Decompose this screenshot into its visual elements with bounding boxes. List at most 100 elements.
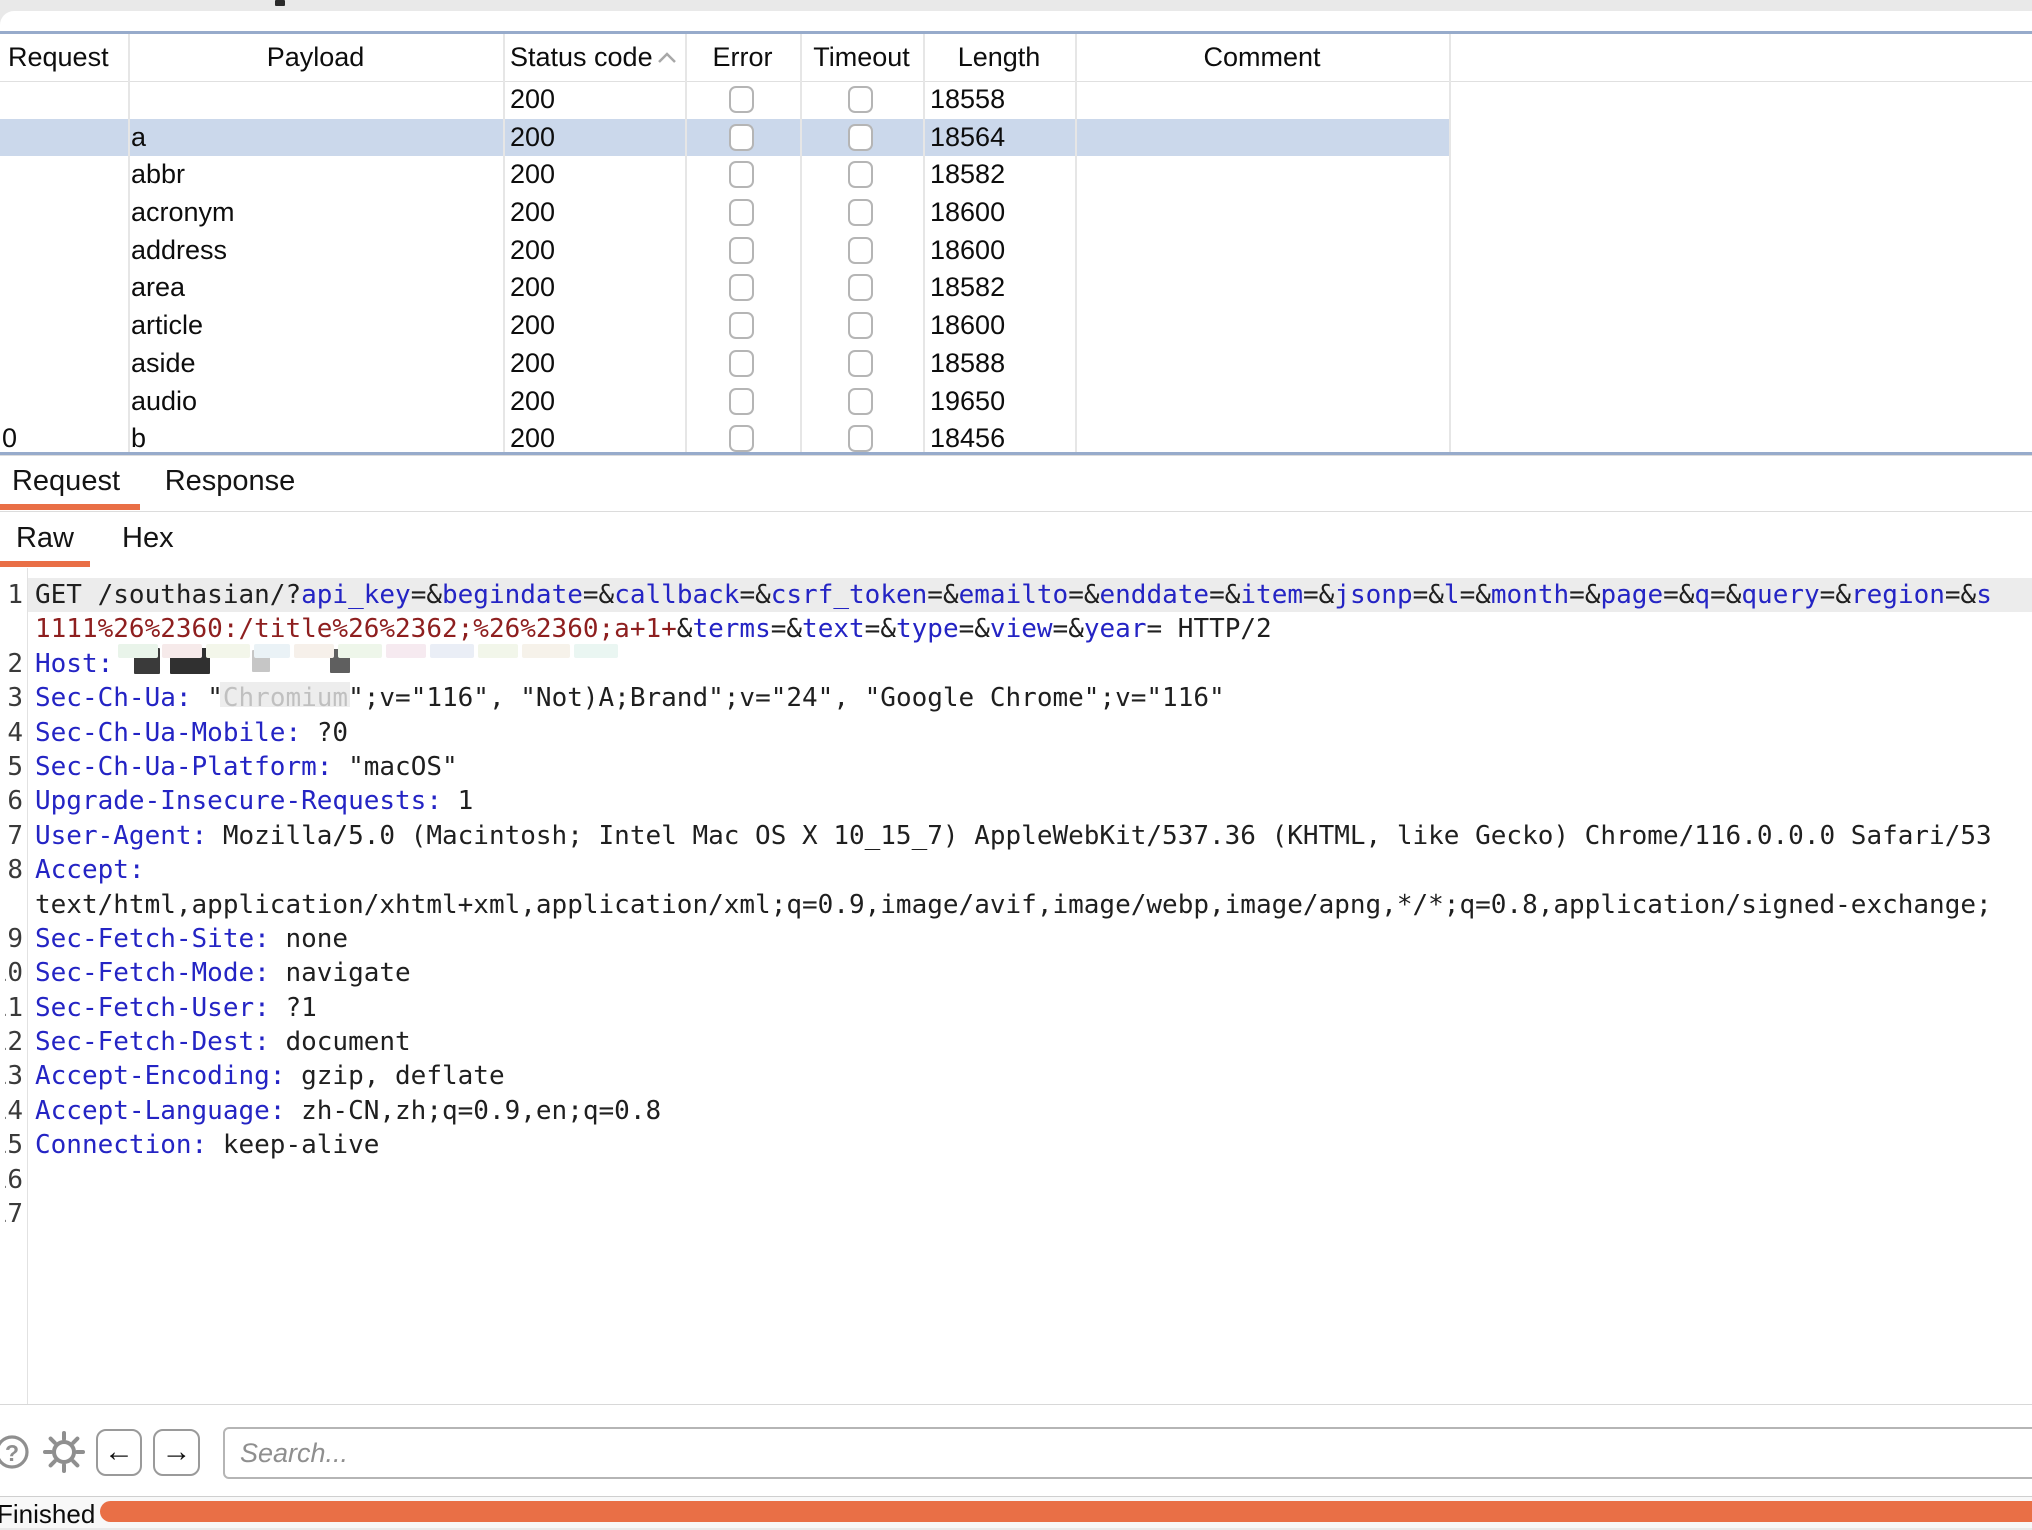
- tab-raw[interactable]: Raw: [0, 512, 90, 566]
- table-row[interactable]: acronym20018600: [0, 194, 1449, 232]
- line-code: Upgrade-Insecure-Requests: 1: [35, 784, 473, 818]
- column-divider[interactable]: [128, 34, 130, 452]
- cell-length: 18582: [930, 269, 1005, 307]
- help-icon[interactable]: ?: [0, 1428, 38, 1476]
- message-tabbar: Request Response: [0, 456, 2032, 512]
- timeout-checkbox[interactable]: [848, 274, 873, 301]
- cell-status-code: 200: [510, 420, 555, 452]
- error-checkbox[interactable]: [729, 425, 754, 452]
- table-row[interactable]: aside20018588: [0, 345, 1449, 383]
- timeout-checkbox[interactable]: [848, 350, 873, 377]
- table-row[interactable]: 200 18558: [0, 81, 1449, 119]
- selected-subtab-underline: [0, 561, 90, 567]
- timeout-checkbox[interactable]: [848, 425, 873, 452]
- error-checkbox[interactable]: [729, 312, 754, 339]
- column-divider[interactable]: [685, 34, 687, 452]
- table-row[interactable]: article20018600: [0, 307, 1449, 345]
- column-divider[interactable]: [800, 34, 802, 452]
- tab-request[interactable]: Request: [0, 456, 132, 510]
- line-code: Sec-Fetch-Site: none: [35, 922, 348, 956]
- cell-status-code: 200: [510, 81, 555, 119]
- code-segment: =&: [1303, 580, 1334, 610]
- code-segment: document: [270, 1027, 411, 1057]
- column-header-length[interactable]: Length: [923, 34, 1075, 81]
- selected-tab-underline: [0, 504, 140, 510]
- request-line: 9Sec-Fetch-Site: none: [0, 922, 2032, 956]
- column-header-status-code[interactable]: Status code: [510, 34, 653, 81]
- table-row[interactable]: abbr20018582: [0, 156, 1449, 194]
- line-code: text/html,application/xhtml+xml,applicat…: [35, 888, 1992, 922]
- forward-button[interactable]: →: [153, 1429, 200, 1476]
- code-segment: page: [1600, 580, 1663, 610]
- line-code: GET /southasian/?api_key=&begindate=&cal…: [35, 578, 1992, 612]
- line-number: [5, 888, 23, 922]
- column-divider[interactable]: [923, 34, 925, 452]
- table-row[interactable]: 0b20018456: [0, 420, 1449, 452]
- cell-payload: a: [131, 119, 146, 157]
- column-header-request[interactable]: Request: [8, 34, 109, 81]
- table-row[interactable]: address20018600: [0, 232, 1449, 270]
- back-button[interactable]: ←: [96, 1429, 142, 1476]
- request-line: 16: [0, 1163, 2032, 1197]
- cell-comment: [1080, 420, 1440, 452]
- error-checkbox[interactable]: [729, 124, 754, 151]
- error-checkbox[interactable]: [729, 274, 754, 301]
- code-segment: 1111%26%2360:/title%26%2362;%26%2360;a+1…: [35, 614, 677, 644]
- timeout-checkbox[interactable]: [848, 199, 873, 226]
- code-segment: ?1: [270, 993, 317, 1023]
- cell-payload: audio: [131, 383, 197, 421]
- cell-request-number: 0: [2, 420, 17, 452]
- results-table[interactable]: Request Payload Status code Error Timeou…: [0, 34, 2032, 452]
- request-line: 1GET /southasian/?api_key=&begindate=&ca…: [0, 578, 2032, 612]
- column-divider[interactable]: [1075, 34, 1077, 452]
- line-number: 8: [5, 853, 23, 887]
- line-number: 6: [5, 784, 23, 818]
- code-segment: Sec-Fetch-Site:: [35, 924, 270, 954]
- column-divider[interactable]: [1449, 34, 1451, 452]
- request-editor[interactable]: 1GET /southasian/?api_key=&begindate=&ca…: [0, 568, 2032, 1404]
- column-header-error[interactable]: Error: [685, 34, 800, 81]
- column-header-comment[interactable]: Comment: [1080, 34, 1444, 81]
- table-row[interactable]: audio20019650: [0, 383, 1449, 421]
- timeout-checkbox[interactable]: [848, 86, 873, 113]
- timeout-checkbox[interactable]: [848, 388, 873, 415]
- timeout-checkbox[interactable]: [848, 237, 873, 264]
- request-line: 15Connection: keep-alive: [0, 1128, 2032, 1162]
- code-segment: Sec-Ch-Ua:: [35, 683, 192, 713]
- cell-length: 18558: [930, 81, 1005, 119]
- code-segment: text: [802, 614, 865, 644]
- cell-status-code: 200: [510, 269, 555, 307]
- cell-payload: address: [131, 232, 227, 270]
- code-segment: =&: [1413, 580, 1444, 610]
- column-header-timeout[interactable]: Timeout: [800, 34, 923, 81]
- search-input[interactable]: [223, 1427, 2032, 1479]
- artifact-rect: [430, 644, 474, 658]
- line-code: Sec-Ch-Ua-Platform: "macOS": [35, 750, 458, 784]
- column-divider[interactable]: [503, 34, 505, 452]
- error-checkbox[interactable]: [729, 161, 754, 188]
- code-segment: csrf_token: [771, 580, 928, 610]
- table-row[interactable]: area20018582: [0, 269, 1449, 307]
- tab-hex[interactable]: Hex: [122, 512, 174, 566]
- timeout-checkbox[interactable]: [848, 161, 873, 188]
- gear-icon[interactable]: [40, 1428, 88, 1476]
- error-checkbox[interactable]: [729, 86, 754, 113]
- timeout-checkbox[interactable]: [848, 312, 873, 339]
- line-number: 16: [5, 1163, 23, 1197]
- line-code: Sec-Fetch-User: ?1: [35, 991, 317, 1025]
- code-segment: User-Agent:: [35, 821, 207, 851]
- line-number: 14: [5, 1094, 23, 1128]
- error-checkbox[interactable]: [729, 237, 754, 264]
- code-segment: gzip, deflate: [285, 1061, 504, 1091]
- timeout-checkbox[interactable]: [848, 124, 873, 151]
- table-row[interactable]: a20018564: [0, 119, 1449, 157]
- error-checkbox[interactable]: [729, 388, 754, 415]
- column-header-payload[interactable]: Payload: [128, 34, 503, 81]
- error-checkbox[interactable]: [729, 350, 754, 377]
- error-checkbox[interactable]: [729, 199, 754, 226]
- cell-comment: [1080, 194, 1440, 232]
- line-number: 2: [5, 647, 23, 681]
- cell-length: 18582: [930, 156, 1005, 194]
- redaction-smudge: [220, 682, 350, 707]
- tab-response[interactable]: Response: [150, 456, 310, 510]
